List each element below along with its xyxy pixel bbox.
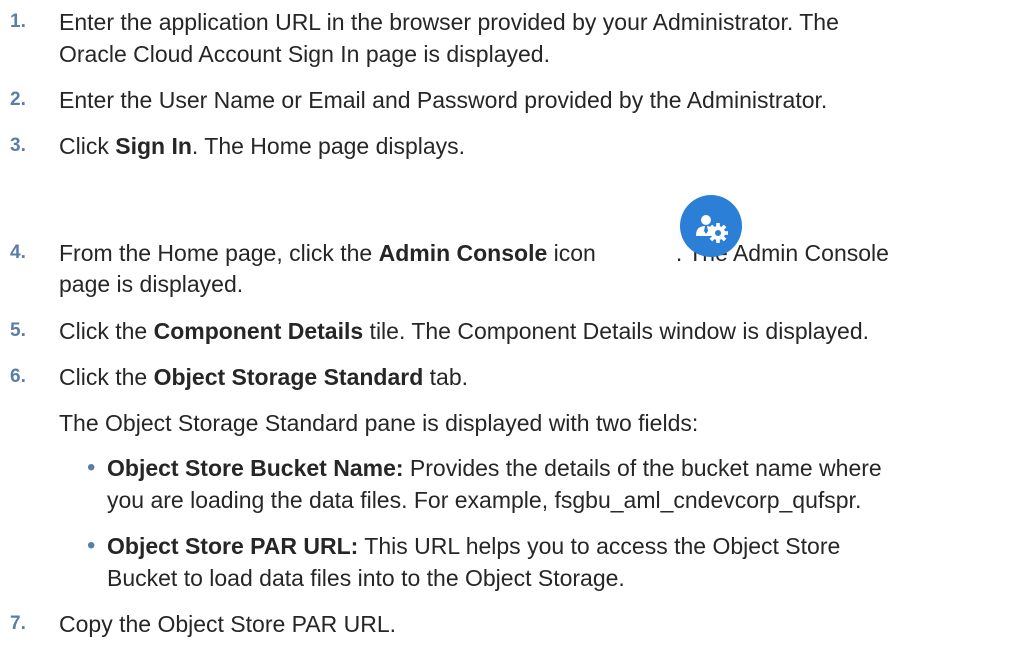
step-text: Click the Component Details tile. The Co… xyxy=(59,314,1010,348)
step-text-suffix: tab. xyxy=(423,364,469,390)
ui-term: Component Details xyxy=(153,318,364,344)
step-text: Click Sign In. The Home page displays. xyxy=(59,129,1010,163)
step-number: 6. xyxy=(10,366,26,387)
step-text-prefix: Click xyxy=(59,133,116,159)
field-description: Provides the details of the bucket name … xyxy=(403,455,882,481)
step-number: 5. xyxy=(10,320,26,341)
step-text: Copy the Object Store PAR URL. xyxy=(59,611,397,637)
step-6-description: The Object Storage Standard pane is disp… xyxy=(59,410,699,436)
field-name: Object Store PAR URL: xyxy=(107,533,359,559)
field-name: Object Store Bucket Name: xyxy=(107,455,404,481)
step-text-suffix: tile. The Component Details window is di… xyxy=(363,318,870,344)
step-text: Enter the User Name or Email and Passwor… xyxy=(59,87,828,113)
bullet-icon: • xyxy=(87,454,96,481)
field-description-line: you are loading the data files. For exam… xyxy=(107,487,862,513)
step-text-line: Oracle Cloud Account Sign In page is dis… xyxy=(59,41,550,67)
field-description-line: Object Store Bucket Name: Provides the d… xyxy=(107,451,882,485)
step-text: Click the Object Storage Standard tab. xyxy=(59,360,1010,394)
step-number: 4. xyxy=(10,242,26,263)
step-number: 1. xyxy=(10,11,26,32)
step-text-prefix: Click the xyxy=(59,364,154,390)
ui-term: Object Storage Standard xyxy=(153,364,424,390)
step-text-prefix: Click the xyxy=(59,318,154,344)
bullet-icon: • xyxy=(87,532,96,559)
admin-console-icon xyxy=(680,195,742,257)
ui-term: Sign In xyxy=(115,133,192,159)
procedure-steps: 1. Enter the application URL in the brow… xyxy=(0,0,1015,656)
step-text-line: page is displayed. xyxy=(59,271,244,297)
field-description: This URL helps you to access the Object … xyxy=(358,533,841,559)
field-description-line: Bucket to load data files into to the Ob… xyxy=(107,565,625,591)
step-text-mid: icon xyxy=(547,240,596,266)
step-number: 2. xyxy=(10,89,26,110)
step-text-line: From the Home page, click the Admin Cons… xyxy=(59,236,1010,270)
field-description-line: Object Store PAR URL: This URL helps you… xyxy=(107,529,840,563)
ui-term: Admin Console xyxy=(378,240,548,266)
step-text-prefix: From the Home page, click the xyxy=(59,240,379,266)
step-number: 7. xyxy=(10,613,26,634)
step-text-suffix: . The Home page displays. xyxy=(191,133,466,159)
step-number: 3. xyxy=(10,135,26,156)
step-text-line: Enter the application URL in the browser… xyxy=(59,9,839,35)
